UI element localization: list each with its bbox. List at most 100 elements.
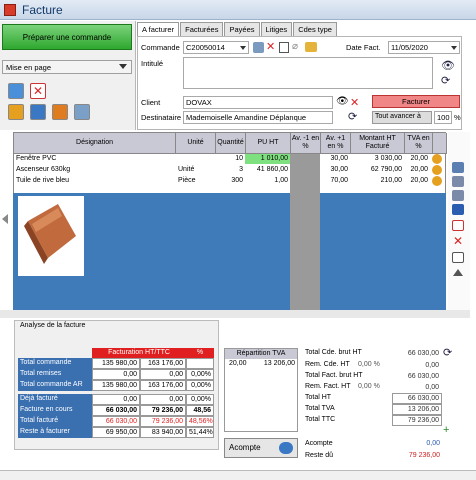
row-tva[interactable]: 20,00 <box>404 165 428 175</box>
euro-icon[interactable] <box>432 154 442 164</box>
date-field[interactable]: 11/05/2020 <box>388 41 460 54</box>
advance-input[interactable]: 100 <box>434 111 452 124</box>
destinataire-value: Mademoiselle Amandine Déplanque <box>186 113 307 122</box>
link-icon[interactable] <box>452 190 464 201</box>
client-label: Client <box>141 98 161 107</box>
invoice-header: Commande C20050014 ✕ ⌀ Date Fact. 11/05/… <box>137 36 462 130</box>
col-header-montant[interactable]: Montant HT Facturé <box>351 133 405 154</box>
row-pu-ht[interactable]: 41 860,00 <box>245 165 288 175</box>
analysis-row-pct: 0,00% <box>186 380 214 391</box>
row-unite[interactable]: Pièce <box>178 176 196 186</box>
euro-icon[interactable] <box>432 176 442 186</box>
col-header-quantite[interactable]: Quantité <box>216 133 246 154</box>
intitule-input[interactable] <box>183 57 433 89</box>
client-input[interactable]: DOVAX <box>183 96 333 109</box>
app-icon <box>4 4 16 16</box>
collapse-left-icon[interactable] <box>2 214 8 224</box>
row-quantite[interactable]: 10 <box>215 154 243 164</box>
advance-all-button[interactable]: Tout avancer à <box>372 111 432 124</box>
tab-litiges[interactable]: Litiges <box>260 22 293 36</box>
splitter[interactable] <box>0 310 470 318</box>
insert-line-icon[interactable] <box>452 162 464 173</box>
copy-icon[interactable] <box>452 252 464 263</box>
tab-cdes-type[interactable]: Cdes type <box>293 22 337 36</box>
acompte-button[interactable]: Acompte <box>224 438 298 458</box>
view-client-icon[interactable]: 👁 <box>336 96 349 107</box>
copy-icon[interactable] <box>279 42 289 53</box>
tab-a-facturer[interactable]: A facturer <box>137 22 180 36</box>
folder-icon[interactable] <box>305 42 317 52</box>
refresh-totals-icon[interactable]: ⟳ <box>443 346 452 359</box>
refresh-icon[interactable]: ⟳ <box>348 110 357 123</box>
analysis-row-pct: 0,00% <box>186 369 214 380</box>
date-label: Date Fact. <box>346 43 381 52</box>
client-value: DOVAX <box>186 98 212 107</box>
row-quantite[interactable]: 3 <box>215 165 243 175</box>
list-icon[interactable] <box>74 104 90 120</box>
link-icon[interactable] <box>452 176 464 187</box>
row-montant[interactable]: 210,00 <box>350 176 402 186</box>
row-pu-ht[interactable]: 1 010,00 <box>245 154 290 164</box>
tab-facturees[interactable]: Facturées <box>180 22 224 36</box>
col-header-designation[interactable]: Désignation <box>14 133 176 154</box>
col-header-tva[interactable]: TVA en % <box>405 133 433 154</box>
commande-label: Commande <box>141 43 180 52</box>
row-tva[interactable]: 20,00 <box>404 176 428 186</box>
schedule-icon[interactable] <box>30 104 46 120</box>
analysis-row-pct <box>186 358 214 369</box>
grid-rows: Fenêtre PVC 10 1 010,00 30,00 3 030,00 2… <box>13 154 446 187</box>
row-montant[interactable]: 62 790,00 <box>350 165 402 175</box>
row-tva[interactable]: 20,00 <box>404 154 428 164</box>
row-unite[interactable]: Unité <box>178 165 194 175</box>
row-av-plus[interactable]: 70,00 <box>320 176 348 186</box>
analysis-row-label: Total facturé <box>18 416 92 427</box>
search-user-icon[interactable] <box>253 42 264 53</box>
binoculars-icon[interactable]: 👁 <box>441 59 455 72</box>
add-icon[interactable]: + <box>443 424 449 436</box>
row-designation[interactable]: Ascenseur 630kg <box>16 165 70 175</box>
delete-document-icon[interactable]: ✕ <box>30 83 46 99</box>
row-montant[interactable]: 3 030,00 <box>350 154 402 164</box>
col-header-unite[interactable]: Unité <box>176 133 216 154</box>
move-up-icon[interactable] <box>453 269 463 276</box>
intitule-label: Intitulé <box>141 59 164 68</box>
layout-select[interactable]: Mise en page <box>2 60 132 74</box>
repartition-tva-box: Répartition TVA 20,00 13 206,00 <box>224 348 298 432</box>
grid-toolbar: ✕ <box>448 132 470 310</box>
print-preview-icon[interactable] <box>8 83 24 99</box>
commande-select[interactable]: C20050014 <box>183 41 249 54</box>
analysis-row-ttc: 163 176,00 <box>140 358 186 369</box>
cart-icon[interactable] <box>8 104 24 120</box>
analysis-row-pct: 48,56% <box>186 416 214 427</box>
delete-icon[interactable]: ✕ <box>266 40 275 53</box>
row-designation[interactable]: Fenêtre PVC <box>16 154 56 164</box>
remove-client-icon[interactable]: ✕ <box>350 96 359 109</box>
analysis-row-label: Reste à facturer <box>18 427 92 438</box>
prepare-order-button[interactable]: Préparer une commande <box>2 24 132 50</box>
delete-line-icon[interactable]: ✕ <box>453 234 463 248</box>
chart-icon[interactable] <box>52 104 68 120</box>
row-av-plus[interactable]: 30,00 <box>320 154 348 164</box>
save-icon[interactable] <box>452 204 464 215</box>
row-av-plus[interactable]: 30,00 <box>320 165 348 175</box>
percent-label: % <box>454 113 461 122</box>
col-header-av-plus[interactable]: Av. +1 en % <box>321 133 351 154</box>
row-designation[interactable]: Tuile de rive bleu <box>16 176 69 186</box>
row-pu-ht[interactable]: 1,00 <box>245 176 288 186</box>
analysis-row-label: Déjà facturé <box>18 394 92 405</box>
document-icon[interactable] <box>452 220 464 231</box>
facturer-button[interactable]: Facturer <box>372 95 460 108</box>
attach-icon[interactable]: ⌀ <box>292 41 298 52</box>
col-header-pu-ht[interactable]: PU HT <box>246 133 291 154</box>
status-bar <box>0 470 476 480</box>
row-quantite[interactable]: 300 <box>215 176 243 186</box>
analysis-row-ttc: 83 940,00 <box>140 427 186 438</box>
tab-payees[interactable]: Payées <box>224 22 260 36</box>
destinataire-input[interactable]: Mademoiselle Amandine Déplanque <box>183 111 333 124</box>
refresh-icon[interactable]: ⟳ <box>441 74 450 87</box>
col-header-av-minus[interactable]: Av. -1 en % <box>291 133 321 154</box>
analysis-row-ht: 66 030,00 <box>92 416 140 427</box>
euro-icon[interactable] <box>432 165 442 175</box>
analysis-row-ttc: 163 176,00 <box>140 380 186 391</box>
total-row-value: 66 030,00 <box>392 348 442 359</box>
